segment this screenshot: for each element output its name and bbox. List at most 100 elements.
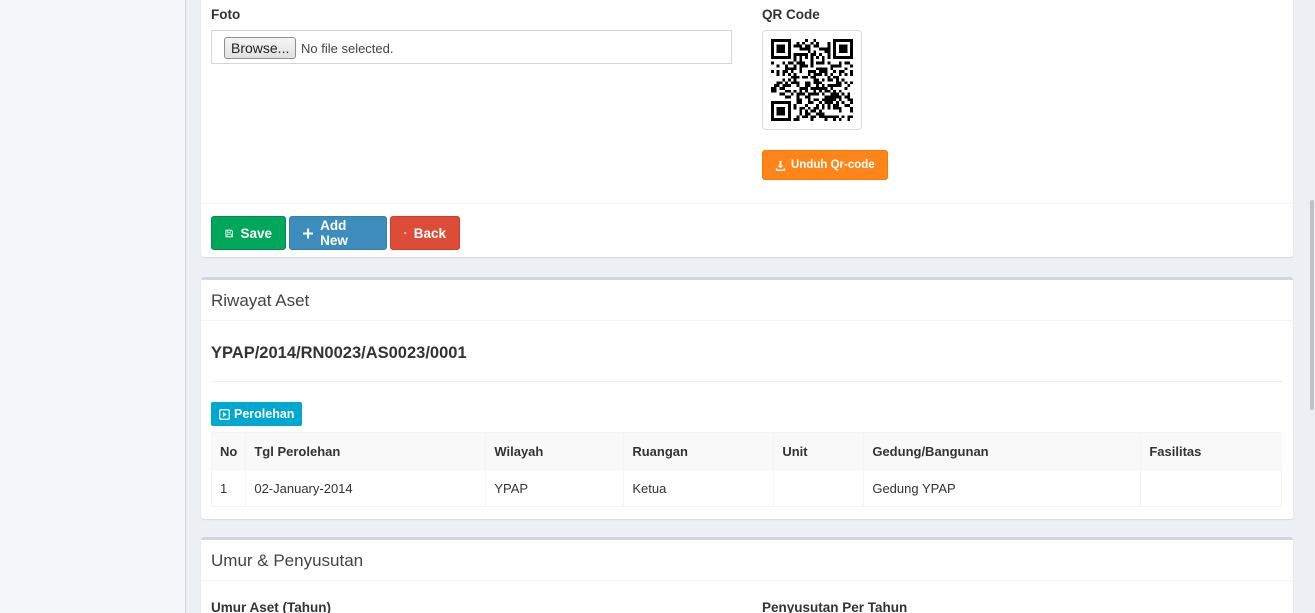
qr-module	[807, 101, 811, 105]
qr-module	[810, 92, 814, 96]
qr-module	[787, 115, 791, 119]
qr-module	[773, 101, 777, 105]
scrollbar-thumb[interactable]	[1310, 200, 1314, 410]
qr-module	[827, 98, 831, 102]
download-qr-button[interactable]: Unduh Qr-code	[762, 150, 888, 180]
qr-module	[844, 61, 848, 65]
qr-module	[793, 118, 797, 121]
qr-module	[799, 58, 803, 62]
qr-module	[771, 109, 774, 113]
qr-module	[804, 89, 808, 93]
qr-module	[850, 101, 853, 105]
qr-module	[773, 118, 777, 121]
qr-module	[833, 55, 837, 59]
foto-file-input[interactable]: Browse... No file selected.	[211, 30, 732, 64]
qr-module	[850, 106, 853, 110]
qr-module	[810, 75, 814, 79]
qr-module	[771, 112, 774, 116]
save-button[interactable]: Save	[211, 216, 286, 250]
qr-module	[850, 64, 853, 68]
qr-module	[796, 61, 800, 65]
qr-module	[793, 55, 797, 59]
qr-module	[773, 84, 777, 88]
qr-module	[776, 109, 780, 113]
table-cell: 02-January-2014	[245, 469, 487, 507]
qr-module	[841, 115, 845, 119]
qr-module	[819, 67, 822, 71]
qr-module	[804, 95, 808, 99]
qr-module	[847, 55, 851, 59]
column-header: Tgl Perolehan	[245, 432, 487, 470]
qr-module	[799, 106, 803, 110]
qr-module	[779, 81, 783, 85]
qr-module	[787, 44, 791, 48]
qr-module	[827, 104, 831, 107]
qr-module	[779, 92, 783, 96]
qr-module	[824, 115, 828, 119]
qr-module	[824, 118, 828, 121]
qr-module	[813, 78, 817, 82]
qr-module	[790, 61, 794, 65]
qr-module	[787, 109, 791, 113]
qr-module	[827, 55, 831, 59]
qr-module	[790, 92, 794, 96]
form-footer-divider	[201, 203, 1293, 204]
qr-module	[776, 44, 780, 48]
depreciation-box: Umur & Penyusutan Umur Aset (Tahun) Peny…	[201, 537, 1293, 613]
qr-module	[836, 55, 839, 59]
qr-module	[799, 55, 803, 59]
floppy-disk-icon	[225, 229, 233, 237]
qr-module	[813, 109, 817, 113]
qr-module	[793, 106, 797, 110]
add-new-button[interactable]: Add New	[289, 216, 387, 250]
qr-module	[816, 61, 820, 65]
qr-module	[824, 87, 828, 90]
qr-module	[844, 95, 848, 99]
back-button[interactable]: Back	[390, 216, 460, 250]
qr-module	[836, 104, 839, 107]
qr-module	[793, 81, 797, 85]
qr-module	[804, 75, 808, 79]
qr-module	[804, 47, 808, 51]
qr-module	[821, 115, 825, 119]
browse-button[interactable]: Browse...	[224, 37, 297, 59]
plus-icon	[303, 227, 314, 239]
qr-module	[841, 92, 845, 96]
qr-module	[799, 44, 803, 48]
qr-module	[776, 64, 780, 68]
qr-module	[833, 89, 837, 93]
qr-module	[810, 70, 814, 73]
qr-module	[830, 84, 834, 88]
perolehan-badge[interactable]: Perolehan	[211, 402, 303, 426]
qr-module	[787, 118, 791, 121]
qr-module	[838, 89, 842, 93]
qr-module	[804, 53, 808, 56]
qr-module	[830, 101, 834, 105]
qr-module	[787, 50, 791, 54]
qr-module	[819, 112, 822, 116]
qr-module	[782, 72, 786, 76]
download-qr-label: Unduh Qr-code	[791, 159, 875, 171]
qr-module	[844, 50, 848, 54]
qr-module	[779, 55, 783, 59]
qr-module	[819, 47, 822, 51]
qr-module	[793, 104, 797, 107]
column-header: Unit	[773, 432, 865, 470]
acquisition-table: No Tgl Perolehan Wilayah Ruangan Unit Ge…	[210, 432, 1282, 507]
qr-module	[771, 70, 774, 73]
page-scrollbar[interactable]	[1309, 0, 1315, 613]
qr-module	[804, 112, 808, 116]
qr-module	[779, 109, 783, 113]
table-cell: YPAP	[485, 469, 625, 507]
qr-module	[787, 41, 791, 45]
qr-module	[799, 89, 803, 93]
qr-module	[807, 98, 811, 102]
qr-module	[776, 84, 780, 88]
qr-module	[850, 81, 853, 85]
qr-module	[782, 50, 786, 54]
qr-module	[787, 39, 791, 42]
qr-module	[779, 112, 783, 116]
qr-module	[827, 89, 831, 93]
qr-module	[844, 104, 848, 107]
qr-module	[836, 101, 839, 105]
